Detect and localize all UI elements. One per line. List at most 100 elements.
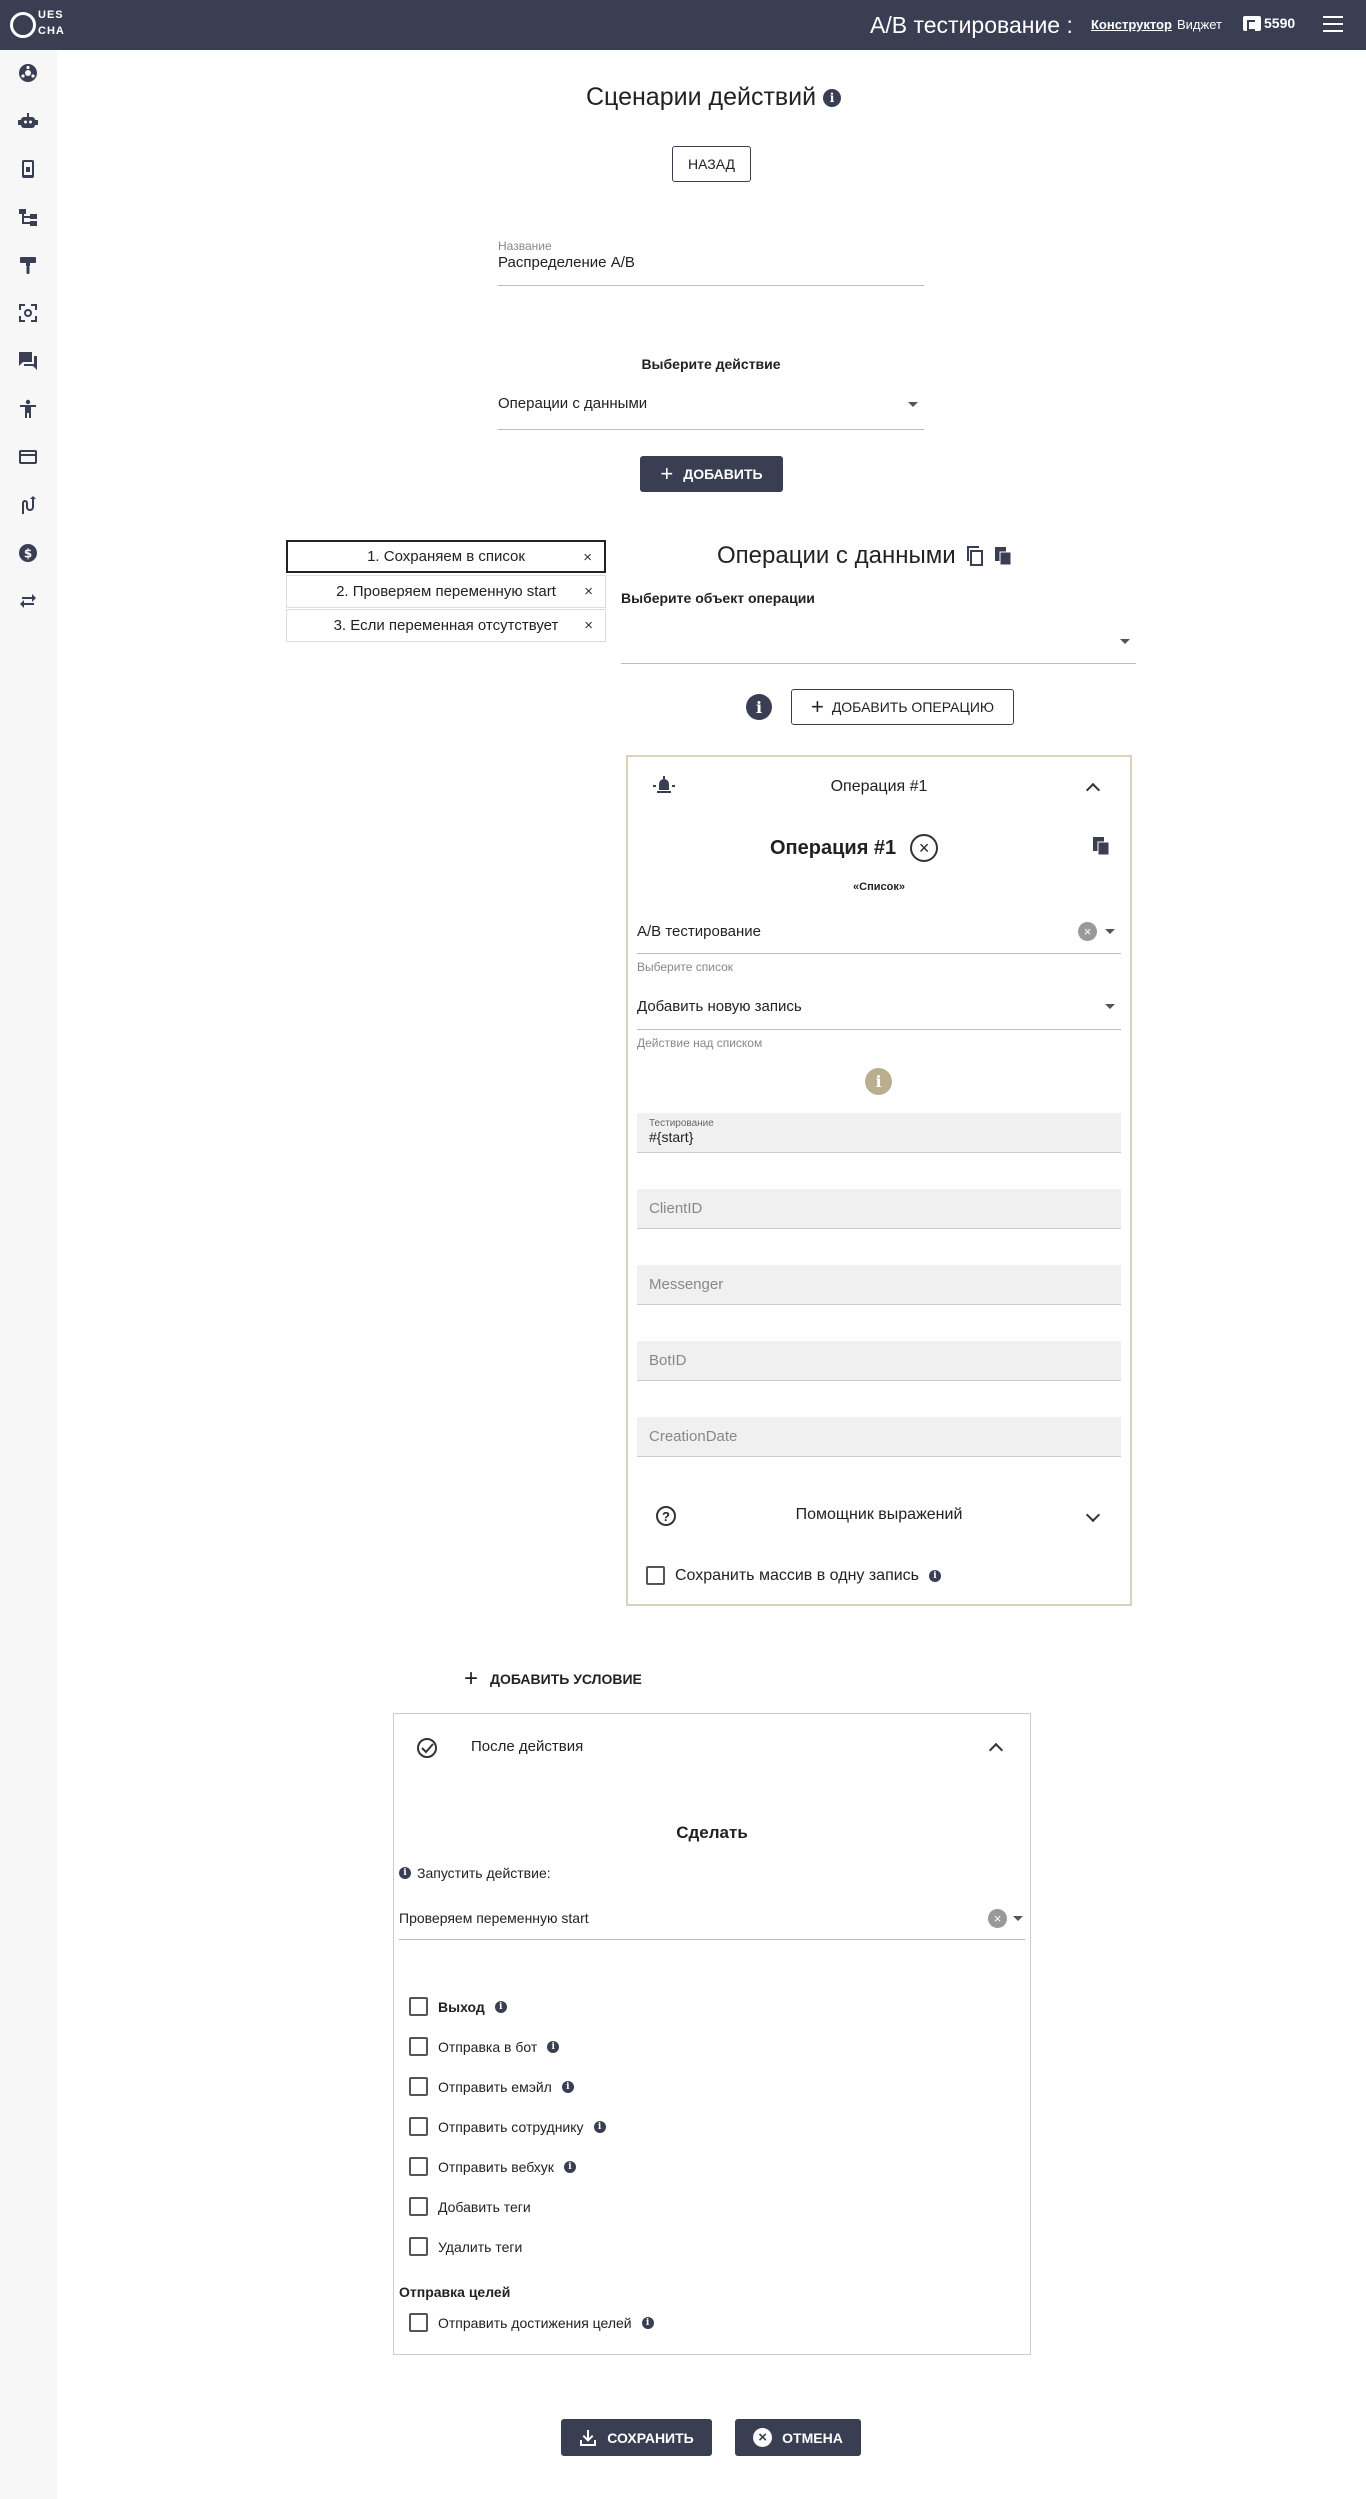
caret-down-icon bbox=[1120, 639, 1130, 644]
cancel-label: ОТМЕНА bbox=[782, 2429, 843, 2446]
condition-option-row[interactable]: Удалить теги bbox=[409, 2237, 522, 2256]
remove-operation-icon[interactable]: × bbox=[910, 834, 939, 862]
info-icon[interactable]: i bbox=[865, 1068, 892, 1095]
run-action-select[interactable]: Проверяем переменную start × bbox=[399, 1897, 1025, 1940]
save-label: СОХРАНИТЬ bbox=[607, 2429, 694, 2446]
condition-option-checkbox[interactable] bbox=[409, 2197, 428, 2216]
messenger-field[interactable]: Messenger bbox=[637, 1265, 1121, 1305]
caret-down-icon bbox=[1105, 929, 1115, 934]
paste-icon[interactable] bbox=[994, 546, 1012, 566]
condition-option-checkbox[interactable] bbox=[409, 2077, 428, 2096]
dollar-icon[interactable]: $ bbox=[16, 541, 40, 565]
clear-icon[interactable]: × bbox=[1078, 922, 1097, 941]
info-icon[interactable]: i bbox=[563, 2160, 576, 2173]
clear-icon[interactable]: × bbox=[988, 1908, 1007, 1928]
chat-icon[interactable] bbox=[16, 349, 40, 373]
step-tab-2[interactable]: 2. Проверяем переменную start × bbox=[286, 575, 606, 608]
copy-icon[interactable] bbox=[966, 546, 984, 566]
condition-option-checkbox[interactable] bbox=[409, 2117, 428, 2136]
add-operation-label: ДОБАВИТЬ ОПЕРАЦИЮ bbox=[831, 699, 995, 715]
cancel-button[interactable]: × ОТМЕНА bbox=[735, 2419, 861, 2456]
run-action-label: i Запустить действие: bbox=[399, 1865, 551, 1881]
after-action-header[interactable]: После действия bbox=[471, 1738, 583, 1755]
paste-icon[interactable] bbox=[1092, 836, 1110, 856]
condition-option-checkbox[interactable] bbox=[409, 2157, 428, 2176]
back-button[interactable]: НАЗАД bbox=[672, 146, 751, 182]
goals-label: Отправить достижения целей bbox=[438, 2314, 632, 2331]
save-array-row[interactable]: Сохранить массив в одну запись i bbox=[646, 1566, 942, 1585]
save-array-checkbox[interactable] bbox=[646, 1566, 665, 1585]
add-action-button[interactable]: + ДОБАВИТЬ bbox=[640, 456, 783, 492]
condition-option-checkbox[interactable] bbox=[409, 2237, 428, 2256]
add-operation-button[interactable]: + ДОБАВИТЬ ОПЕРАЦИЮ bbox=[791, 689, 1014, 725]
step-label: 1. Сохраняем в список bbox=[367, 548, 525, 565]
condition-option-row[interactable]: Выход i bbox=[409, 1997, 507, 2016]
condition-option-row[interactable]: Отправить сотруднику i bbox=[409, 2117, 606, 2136]
condition-option-row[interactable]: Отправка в бот i bbox=[409, 2037, 560, 2056]
info-icon[interactable]: i bbox=[823, 89, 842, 108]
card-icon[interactable] bbox=[16, 445, 40, 469]
info-icon[interactable]: i bbox=[641, 2316, 654, 2329]
testing-field[interactable]: Тестирование #{start} bbox=[637, 1113, 1121, 1153]
nav-widget-link[interactable]: Виджет bbox=[1177, 17, 1222, 32]
accessibility-icon[interactable] bbox=[16, 397, 40, 421]
info-icon[interactable]: i bbox=[547, 2040, 560, 2053]
scan-icon[interactable] bbox=[16, 301, 40, 325]
balance-value: 5590 bbox=[1264, 15, 1296, 31]
goals-checkbox[interactable] bbox=[409, 2313, 428, 2332]
condition-option-label: Отправка в бот bbox=[438, 2038, 538, 2055]
info-icon[interactable]: i bbox=[494, 2000, 507, 2013]
balance[interactable]: 5590 bbox=[1243, 15, 1295, 31]
check-circle-icon bbox=[417, 1738, 437, 1758]
goals-row[interactable]: Отправить достижения целей i bbox=[409, 2313, 654, 2332]
hamburger-menu-icon[interactable] bbox=[1323, 16, 1343, 32]
name-input[interactable]: Распределение A/B bbox=[498, 254, 924, 286]
expression-helper[interactable]: Помощник выражений bbox=[626, 1506, 1132, 1524]
close-icon[interactable]: × bbox=[584, 617, 593, 634]
list-action-value: Добавить новую запись bbox=[637, 998, 802, 1015]
object-select[interactable] bbox=[621, 620, 1136, 664]
clientid-field[interactable]: ClientID bbox=[637, 1189, 1121, 1229]
plus-icon: + bbox=[464, 1665, 479, 1692]
action-select[interactable]: Операции с данными bbox=[498, 392, 924, 430]
save-button[interactable]: СОХРАНИТЬ bbox=[561, 2419, 712, 2456]
info-icon[interactable]: i bbox=[929, 1569, 942, 1582]
info-icon[interactable]: i bbox=[593, 2120, 606, 2133]
step-tab-3[interactable]: 3. Если переменная отсутствует × bbox=[286, 609, 606, 642]
testing-field-value: #{start} bbox=[649, 1129, 694, 1145]
run-action-label-text: Запустить действие: bbox=[417, 1865, 551, 1881]
caret-down-icon bbox=[1105, 1004, 1115, 1009]
add-condition-button[interactable]: + ДОБАВИТЬ УСЛОВИЕ bbox=[464, 1667, 642, 1691]
condition-option-row[interactable]: Добавить теги bbox=[409, 2197, 531, 2216]
device-icon[interactable] bbox=[16, 157, 40, 181]
list-label: Выберите список bbox=[637, 960, 734, 974]
close-icon[interactable]: × bbox=[584, 583, 593, 600]
condition-option-checkbox[interactable] bbox=[409, 1997, 428, 2016]
brush-icon[interactable] bbox=[16, 253, 40, 277]
list-action-select[interactable]: Добавить новую запись bbox=[637, 984, 1121, 1030]
step-tab-1[interactable]: 1. Сохраняем в список × bbox=[286, 540, 606, 573]
creationdate-field[interactable]: CreationDate bbox=[637, 1417, 1121, 1457]
dashboard-icon[interactable] bbox=[16, 61, 40, 85]
condition-option-row[interactable]: Отправить емэйл i bbox=[409, 2077, 574, 2096]
info-icon[interactable]: i bbox=[746, 694, 772, 720]
bot-icon[interactable] bbox=[16, 109, 40, 133]
swap-icon[interactable] bbox=[16, 589, 40, 613]
info-icon[interactable]: i bbox=[399, 1867, 411, 1879]
flow-icon[interactable] bbox=[16, 205, 40, 229]
nav-constructor-link[interactable]: Конструктор bbox=[1091, 17, 1172, 32]
logo[interactable]: UES CHA bbox=[10, 6, 70, 44]
condition-option-checkbox[interactable] bbox=[409, 2037, 428, 2056]
caret-down-icon bbox=[908, 402, 918, 407]
list-select[interactable]: A/B тестирование × bbox=[637, 910, 1121, 954]
add-action-label: ДОБАВИТЬ bbox=[683, 466, 763, 482]
close-icon[interactable]: × bbox=[583, 549, 592, 566]
name-value: Распределение A/B bbox=[498, 254, 635, 271]
routes-icon[interactable] bbox=[16, 493, 40, 517]
info-icon[interactable]: i bbox=[561, 2080, 574, 2093]
botid-field[interactable]: BotID bbox=[637, 1341, 1121, 1381]
operation-header[interactable]: Операция #1 bbox=[626, 778, 1132, 796]
condition-option-label: Отправить вебхук bbox=[438, 2158, 554, 2175]
condition-option-row[interactable]: Отправить вебхук i bbox=[409, 2157, 576, 2176]
top-bar: UES CHA A/B тестирование : Конструктор В… bbox=[0, 0, 1366, 50]
